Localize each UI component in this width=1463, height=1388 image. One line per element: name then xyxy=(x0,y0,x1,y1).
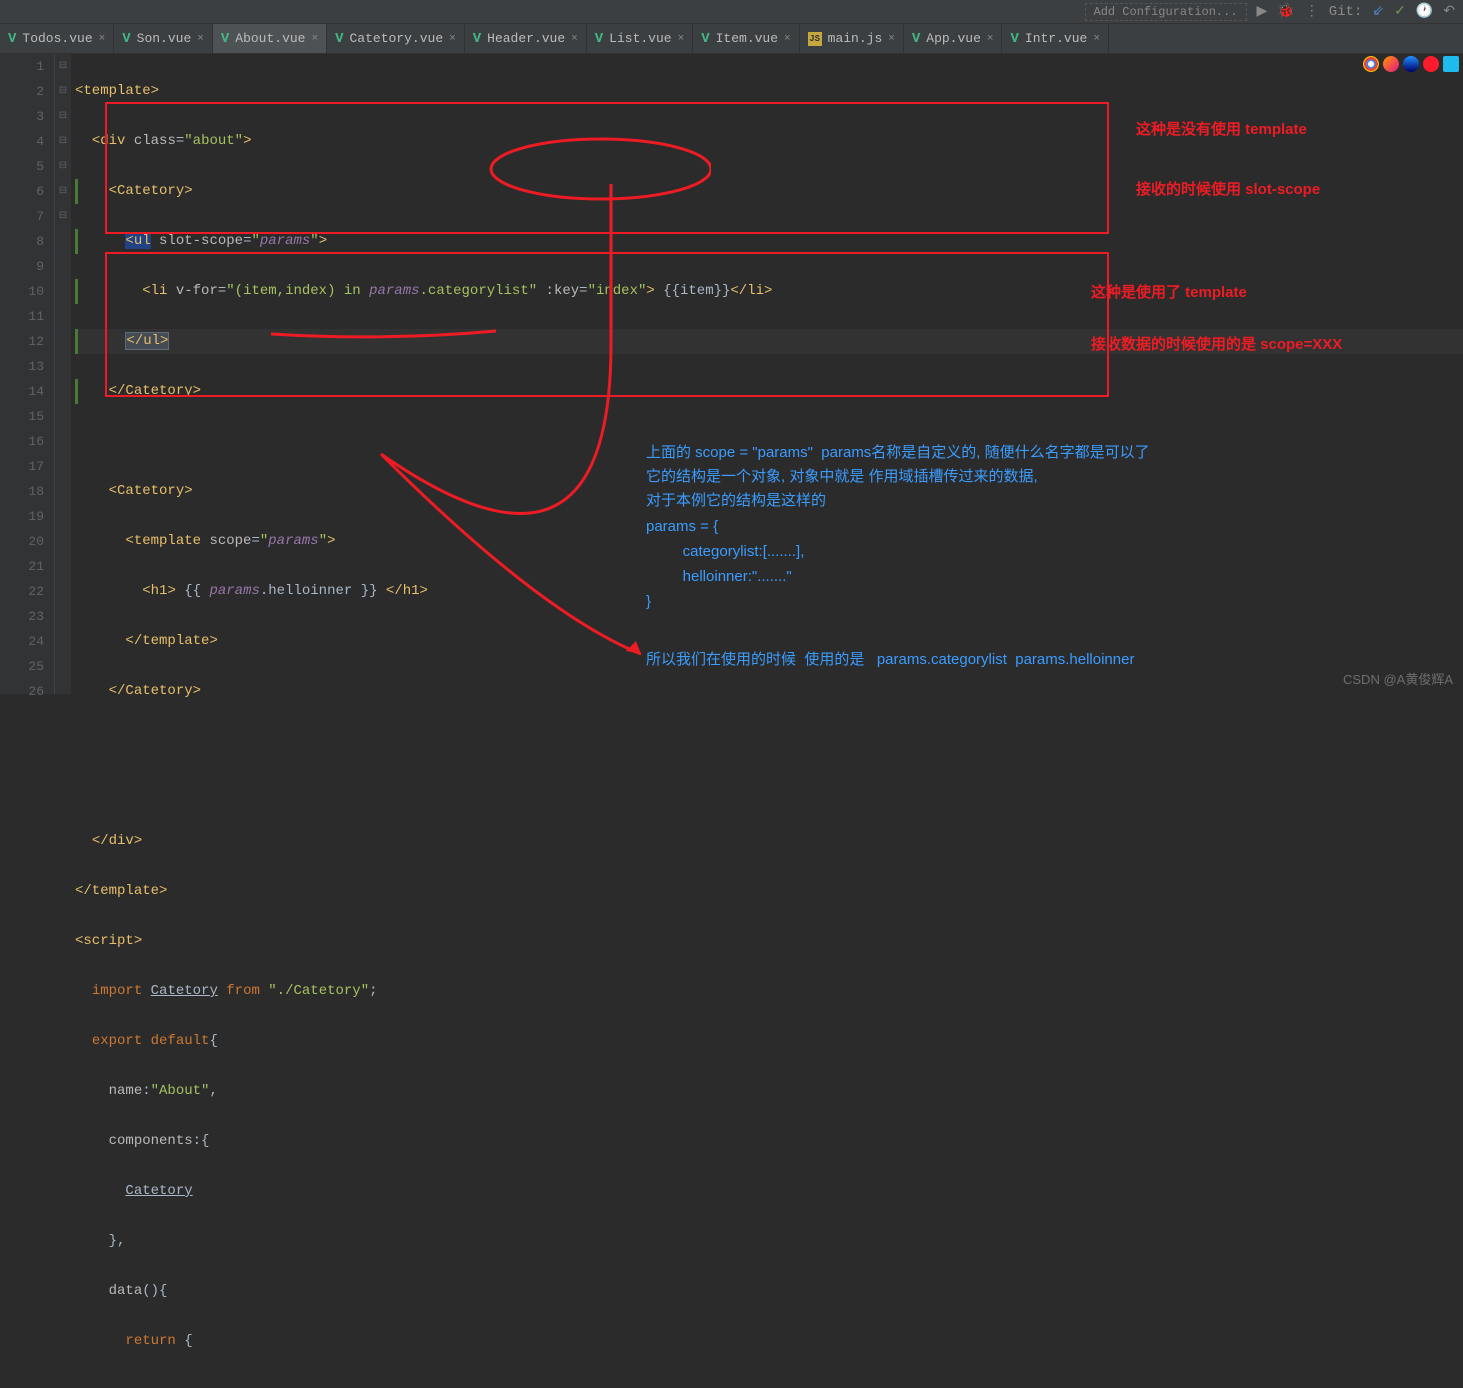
editor-tabs: V Todos.vue × V Son.vue × V About.vue × V Catet… xyxy=(0,24,1463,54)
close-icon[interactable]: × xyxy=(311,33,318,45)
annotation-box-1 xyxy=(105,102,1109,234)
annotation-text: params = { xyxy=(646,516,718,538)
code-line: }, xyxy=(75,1229,1463,1254)
annotation-text: 接收的时候使用 slot-scope xyxy=(1136,179,1320,201)
vue-icon: V xyxy=(122,31,130,47)
annotation-text: helloinner:"......." xyxy=(666,566,792,588)
annotation-text: 所以我们在使用的时候 使用的是 params.categorylist para… xyxy=(646,649,1134,671)
tab-app[interactable]: V App.vue × xyxy=(904,24,1003,53)
code-line: components:{ xyxy=(75,1129,1463,1154)
tab-son[interactable]: V Son.vue × xyxy=(114,24,213,53)
tab-intr[interactable]: V Intr.vue × xyxy=(1002,24,1108,53)
tab-about[interactable]: V About.vue × xyxy=(213,24,327,53)
code-line: </template> xyxy=(75,879,1463,904)
tab-label: Todos.vue xyxy=(22,31,92,46)
browser-icons xyxy=(1363,56,1459,72)
close-icon[interactable]: × xyxy=(784,33,791,45)
tab-catetory[interactable]: V Catetory.vue × xyxy=(327,24,465,53)
run-icon[interactable]: ▶ xyxy=(1257,3,1268,20)
code-line: </div> xyxy=(75,829,1463,854)
tab-label: main.js xyxy=(828,31,883,46)
opera-icon[interactable] xyxy=(1423,56,1439,72)
code-line: <ul slot-scope="params"> xyxy=(75,229,1463,254)
watermark: CSDN @A黄俊辉A xyxy=(1343,669,1453,688)
code-line: import Catetory from "./Catetory"; xyxy=(75,979,1463,1004)
tab-mainjs[interactable]: JS main.js × xyxy=(800,24,904,53)
close-icon[interactable]: × xyxy=(571,33,578,45)
ie-icon[interactable] xyxy=(1443,56,1459,72)
code-editor[interactable]: 1234567891011121314151617181920212223242… xyxy=(0,54,1463,694)
git-update-icon[interactable]: ⇙ xyxy=(1372,3,1384,20)
firefox-icon[interactable] xyxy=(1383,56,1399,72)
close-icon[interactable]: × xyxy=(197,33,204,45)
close-icon[interactable]: × xyxy=(99,33,106,45)
fold-column: ⊟⊟⊟⊟⊟⊟⊟ xyxy=(55,54,71,694)
code-line xyxy=(75,729,1463,754)
code-line: <li v-for="(item,index) in params.catego… xyxy=(75,279,1463,304)
tab-item[interactable]: V Item.vue × xyxy=(693,24,799,53)
add-configuration-button[interactable]: Add Configuration... xyxy=(1085,3,1247,21)
annotation-text: 接收数据的时候使用的是 scope=XXX xyxy=(1091,334,1391,356)
close-icon[interactable]: × xyxy=(888,33,895,45)
git-commit-icon[interactable]: ✓ xyxy=(1394,3,1406,20)
tab-label: App.vue xyxy=(926,31,981,46)
vue-icon: V xyxy=(335,31,343,47)
tab-label: Catetory.vue xyxy=(350,31,444,46)
code-line: name:"About", xyxy=(75,1079,1463,1104)
code-line: data(){ xyxy=(75,1279,1463,1304)
tab-todos[interactable]: V Todos.vue × xyxy=(0,24,114,53)
tab-label: Item.vue xyxy=(716,31,778,46)
vue-icon: V xyxy=(8,31,16,47)
tab-list[interactable]: V List.vue × xyxy=(587,24,693,53)
vue-icon: V xyxy=(221,31,229,47)
code-line: export default{ xyxy=(75,1029,1463,1054)
tab-label: Header.vue xyxy=(487,31,565,46)
vue-icon: V xyxy=(595,31,603,47)
close-icon[interactable]: × xyxy=(987,33,994,45)
close-icon[interactable]: × xyxy=(1093,33,1100,45)
annotation-box-2 xyxy=(105,252,1109,397)
vue-icon: V xyxy=(912,31,920,47)
tab-label: Intr.vue xyxy=(1025,31,1087,46)
vue-icon: V xyxy=(1010,31,1018,47)
annotation-text: 这种是没有使用 template xyxy=(1136,119,1307,141)
safari-icon[interactable] xyxy=(1403,56,1419,72)
vue-icon: V xyxy=(701,31,709,47)
debug-icon[interactable]: 🐞 xyxy=(1277,3,1294,20)
code-line: <script> xyxy=(75,929,1463,954)
git-revert-icon[interactable]: ↶ xyxy=(1443,3,1455,20)
vue-icon: V xyxy=(473,31,481,47)
close-icon[interactable]: × xyxy=(449,33,456,45)
tab-label: About.vue xyxy=(235,31,305,46)
annotation-text: 它的结构是一个对象, 对象中就是 作用域插槽传过来的数据, xyxy=(646,466,1038,488)
code-line xyxy=(75,779,1463,804)
code-line: </Catetory> xyxy=(75,679,1463,704)
code-line: <template> xyxy=(75,79,1463,104)
annotation-text: 这种是使用了 template xyxy=(1091,282,1247,304)
line-gutter: 1234567891011121314151617181920212223242… xyxy=(0,54,55,694)
tab-label: List.vue xyxy=(609,31,671,46)
annotation-text: } xyxy=(646,591,651,613)
annotation-text: 对于本例它的结构是这样的 xyxy=(646,490,826,512)
code-line: Catetory xyxy=(75,1179,1463,1204)
more-icon[interactable]: ⋮ xyxy=(1305,3,1319,20)
js-icon: JS xyxy=(808,32,822,46)
git-label: Git: xyxy=(1329,4,1363,20)
main-toolbar: Add Configuration... ▶ 🐞 ⋮ Git: ⇙ ✓ 🕐 ↶ xyxy=(0,0,1463,24)
tab-header[interactable]: V Header.vue × xyxy=(465,24,587,53)
git-history-icon[interactable]: 🕐 xyxy=(1416,3,1433,20)
code-line: return { xyxy=(75,1329,1463,1354)
code-line: </Catetory> xyxy=(75,379,1463,404)
chrome-icon[interactable] xyxy=(1363,56,1379,72)
code-area[interactable]: <template> <div class="about"> <Catetory… xyxy=(71,54,1463,694)
tab-label: Son.vue xyxy=(137,31,192,46)
annotation-text: 上面的 scope = "params" params名称是自定义的, 随便什么… xyxy=(646,442,1150,464)
close-icon[interactable]: × xyxy=(678,33,685,45)
annotation-text: categorylist:[.......], xyxy=(666,541,804,563)
